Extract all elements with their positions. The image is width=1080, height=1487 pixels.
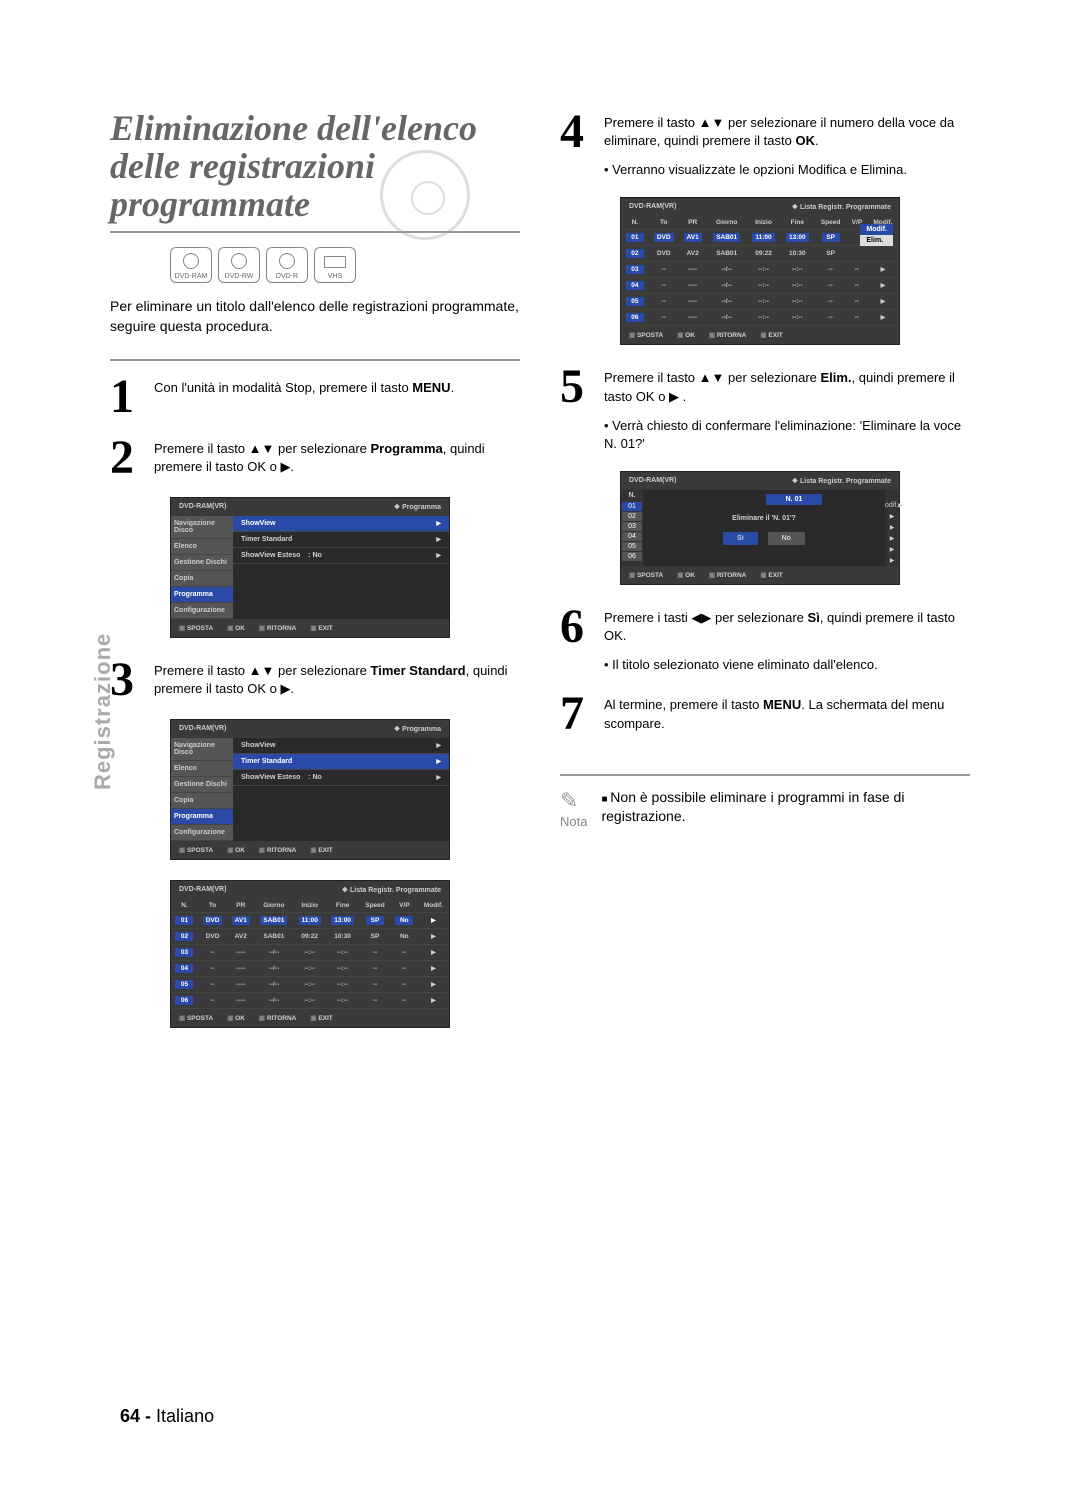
badge-vhs: VHS xyxy=(314,247,356,283)
osd-screen-programma-timer: DVD-RAM(VR)Programma Navigazione Disco E… xyxy=(170,719,450,860)
popup-modif: Modif. xyxy=(860,224,893,235)
page-footer: 64 - Italiano xyxy=(120,1406,214,1427)
table-row: 04--------/----:----:------ xyxy=(171,961,449,977)
note-icon: ✎ xyxy=(560,788,587,814)
table-row: 05--------/----:----:------ xyxy=(171,977,449,993)
table-row: 06--------/----:----:------ xyxy=(171,993,449,1009)
step-number: 7 xyxy=(560,692,594,735)
schedule-table: N.ToPRGiornoInizioFineSpeedV/PModif. 01D… xyxy=(171,899,449,1009)
osd-screen-schedule-popup: DVD-RAM(VR)Lista Registr. Programmate N.… xyxy=(620,197,900,345)
menu-sv-esteso: ShowView Esteso : No xyxy=(233,548,449,564)
side-nav-disco: Navigazione Disco xyxy=(171,738,233,761)
side-elenco: Elenco xyxy=(171,539,233,555)
badge-dvd-r: DVD-R xyxy=(266,247,308,283)
step-1: 1 Con l'unità in modalità Stop, premere … xyxy=(110,375,520,418)
step-6-bullet: • Il titolo selezionato viene eliminato … xyxy=(604,656,970,674)
side-gestione: Gestione Dischi xyxy=(171,777,233,793)
page-title: Eliminazione dell'elenco delle registraz… xyxy=(110,110,520,223)
menu-timer-std: Timer Standard xyxy=(233,532,449,548)
step-5-bullet: • Verrà chiesto di confermare l'eliminaz… xyxy=(604,417,970,453)
side-programma: Programma xyxy=(171,587,233,603)
step-text: Al termine, premere il tasto MENU. La sc… xyxy=(604,692,970,735)
menu-showview: ShowView xyxy=(233,738,449,754)
step-4: 4 Premere il tasto ▲▼ per selezionare il… xyxy=(560,110,970,153)
section-tab: Registrazione xyxy=(90,633,116,790)
popup-elim: Elim. xyxy=(860,235,893,246)
dialog-no: No xyxy=(768,532,805,545)
dialog-yes: Sì xyxy=(723,532,758,545)
step-7: 7 Al termine, premere il tasto MENU. La … xyxy=(560,692,970,735)
osd-screen-programma-showview: DVD-RAM(VR)Programma Navigazione Disco E… xyxy=(170,497,450,638)
osd-screen-confirm: DVD-RAM(VR)Lista Registr. Programmate N.… xyxy=(620,471,900,585)
step-4-bullet: • Verranno visualizzate le opzioni Modif… xyxy=(604,161,970,179)
side-elenco: Elenco xyxy=(171,761,233,777)
badge-dvd-ram: DVD-RAM xyxy=(170,247,212,283)
dialog-question: Eliminare il 'N. 01'? xyxy=(647,505,881,532)
side-programma: Programma xyxy=(171,809,233,825)
note-label: Nota xyxy=(560,814,587,829)
step-text: Premere il tasto ▲▼ per selezionare Prog… xyxy=(154,436,520,479)
step-6: 6 Premere i tasti ◀▶ per selezionare Sì,… xyxy=(560,605,970,648)
side-copia: Copia xyxy=(171,571,233,587)
step-2: 2 Premere il tasto ▲▼ per selezionare Pr… xyxy=(110,436,520,479)
step-number: 6 xyxy=(560,605,594,648)
step-text: Premere il tasto ▲▼ per selezionare Elim… xyxy=(604,365,970,408)
right-column: 4 Premere il tasto ▲▼ per selezionare il… xyxy=(560,110,970,1048)
menu-sv-esteso: ShowView Esteso : No xyxy=(233,770,449,786)
menu-showview: ShowView xyxy=(233,516,449,532)
side-copia: Copia xyxy=(171,793,233,809)
intro-text: Per eliminare un titolo dall'elenco dell… xyxy=(110,297,520,336)
dialog-title: N. 01 xyxy=(766,494,823,505)
table-header-row: N.ToPRGiornoInizioFineSpeedV/PModif. xyxy=(171,899,449,913)
step-number: 5 xyxy=(560,365,594,408)
osd-screen-schedule: DVD-RAM(VR)Lista Registr. Programmate N.… xyxy=(170,880,450,1028)
table-row: 01DVDAV1SAB0111:0013:00SPNo xyxy=(171,913,449,929)
side-gestione: Gestione Dischi xyxy=(171,555,233,571)
step-text: Premere il tasto ▲▼ per selezionare Time… xyxy=(154,658,520,701)
note-block: ✎ Nota Non è possibile eliminare i progr… xyxy=(560,774,970,829)
side-config: Configurazione xyxy=(171,603,233,619)
schedule-table: N.ToPRGiornoInizioFineSpeedV/PModif. 01D… xyxy=(621,216,899,326)
divider xyxy=(110,231,520,233)
note-text: Non è possibile eliminare i programmi in… xyxy=(601,788,970,827)
step-number: 4 xyxy=(560,110,594,153)
table-row: 03--------/----:----:------ xyxy=(171,945,449,961)
side-nav-disco: Navigazione Disco xyxy=(171,516,233,539)
left-column: Eliminazione dell'elenco delle registraz… xyxy=(110,110,520,1048)
menu-timer-std: Timer Standard xyxy=(233,754,449,770)
media-badges: DVD-RAM DVD-RW DVD-R VHS xyxy=(170,247,520,283)
step-text: Premere i tasti ◀▶ per selezionare Sì, q… xyxy=(604,605,970,648)
step-number: 2 xyxy=(110,436,144,479)
step-5: 5 Premere il tasto ▲▼ per selezionare El… xyxy=(560,365,970,408)
step-text: Premere il tasto ▲▼ per selezionare il n… xyxy=(604,110,970,153)
step-number: 1 xyxy=(110,375,144,418)
step-3: 3 Premere il tasto ▲▼ per selezionare Ti… xyxy=(110,658,520,701)
step-text: Con l'unità in modalità Stop, premere il… xyxy=(154,375,454,418)
table-row: 02DVDAV2SAB0109:2210:30SPNo xyxy=(171,929,449,945)
divider xyxy=(110,359,520,361)
badge-dvd-rw: DVD-RW xyxy=(218,247,260,283)
side-config: Configurazione xyxy=(171,825,233,841)
